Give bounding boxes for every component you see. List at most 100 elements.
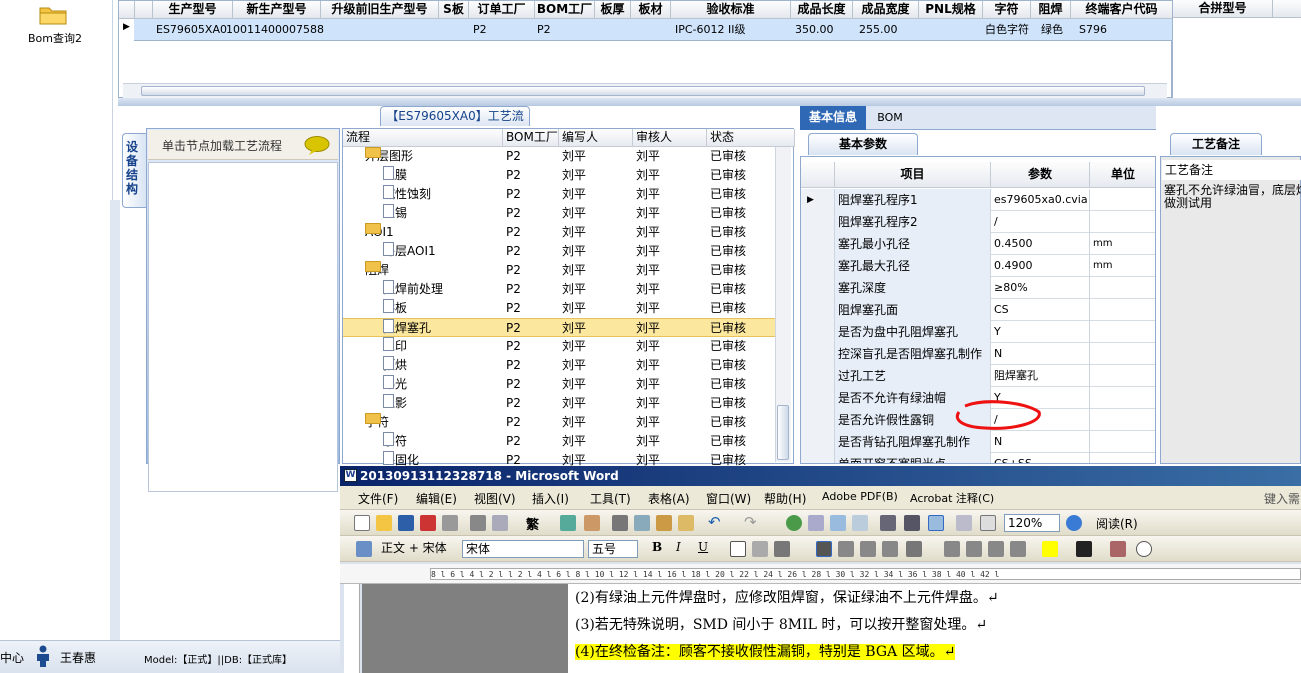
char-shading-icon[interactable] (752, 541, 768, 557)
word-title-bar[interactable]: 20130913112328718 - Microsoft Word (340, 466, 1301, 486)
align-center-icon[interactable] (838, 541, 854, 557)
tree-row[interactable]: − 外层图形 P2 刘平 刘平 已审核 (343, 147, 775, 166)
tab-process-memo[interactable]: 工艺备注 (1170, 133, 1262, 155)
tables-borders-icon[interactable] (808, 515, 824, 531)
cell[interactable]: 绿色 (1038, 19, 1063, 41)
insert-table-icon[interactable] (830, 515, 846, 531)
col-header[interactable]: 升级前旧生产型号 (321, 1, 439, 19)
new-doc-icon[interactable] (354, 515, 370, 531)
param-row[interactable]: 单面开窗不塞眼光点 CS+SS (801, 453, 1155, 463)
tree-row[interactable]: 字符 P2 刘平 刘平 已审核 (343, 432, 775, 451)
folder-icon[interactable] (38, 2, 68, 26)
param-value[interactable]: 阻焊塞孔 (991, 365, 1090, 387)
param-row[interactable]: 塞孔最小孔径 0.4500 mm (801, 233, 1155, 255)
research-icon[interactable] (584, 515, 600, 531)
cell[interactable]: S796 (1076, 19, 1107, 41)
bold-button[interactable]: B (652, 540, 662, 554)
tree-row[interactable]: 丝印 P2 刘平 刘平 已审核 (343, 337, 775, 356)
cell[interactable]: 白色字符 (982, 19, 1029, 41)
col-header[interactable]: 验收标准 (671, 1, 791, 19)
param-value[interactable]: ≥80% (991, 277, 1090, 299)
menu-adobe-pdf[interactable]: Adobe PDF(B) (822, 490, 898, 503)
tree-node[interactable]: 显影 (383, 394, 407, 413)
align-justify-icon[interactable] (816, 541, 832, 557)
bom-query-label[interactable]: Bom查询2 (20, 30, 90, 46)
copy-icon[interactable] (634, 515, 650, 531)
print-icon[interactable] (442, 515, 458, 531)
horizontal-scrollbar[interactable] (123, 83, 1167, 98)
col-header[interactable]: 生产型号 (153, 1, 233, 19)
zoom-select[interactable]: 120% (1004, 514, 1060, 532)
tree-row[interactable]: 显影 P2 刘平 刘平 已审核 (343, 394, 775, 413)
menu-file[interactable]: 文件(F) (358, 490, 398, 507)
vertical-ruler[interactable] (344, 584, 360, 673)
tree-node[interactable]: − 字符 (365, 413, 389, 432)
param-row[interactable]: ▶ 阻焊塞孔程序1 es79605xa0.cvia (801, 189, 1155, 211)
param-value[interactable]: N (991, 343, 1090, 365)
tree-row[interactable]: 碱性蚀刻 P2 刘平 刘平 已审核 (343, 185, 775, 204)
param-row[interactable]: 是否为盘中孔阻焊塞孔 Y (801, 321, 1155, 343)
underline-button[interactable]: U (698, 540, 708, 554)
tree-node[interactable]: 碱性蚀刻 (383, 185, 431, 204)
doc-line[interactable]: (3)若无特殊说明，SMD 间小于 8MIL 时，可以按开整窗处理。↵ (575, 614, 987, 634)
tree-node[interactable]: 阻焊前处理 (383, 280, 443, 299)
menu-tools[interactable]: 工具(T) (590, 490, 631, 507)
param-value[interactable]: 0.4900 (991, 255, 1090, 277)
distributed-icon[interactable] (882, 541, 898, 557)
col-header[interactable]: 字符 (983, 1, 1031, 19)
tab-bom[interactable]: BOM (870, 106, 910, 130)
increase-indent-icon[interactable] (1010, 541, 1026, 557)
tree-node[interactable]: 外层AOI1 (383, 242, 436, 261)
decrease-indent-icon[interactable] (988, 541, 1004, 557)
scroll-thumb[interactable] (777, 405, 789, 460)
paragraph-mark-icon[interactable] (980, 515, 996, 531)
param-row[interactable]: 是否背钻孔阻焊塞孔制作 N (801, 431, 1155, 453)
tree-node[interactable]: 预烘 (383, 356, 407, 375)
param-row[interactable]: 阻焊塞孔程序2/ (801, 211, 1155, 233)
tree-node[interactable]: 烘板 (383, 299, 407, 318)
col-header[interactable]: 编写人 (559, 129, 633, 147)
param-row[interactable]: 塞孔深度 ≥80% (801, 277, 1155, 299)
col-header[interactable]: 审核人 (633, 129, 707, 147)
char-border-icon[interactable] (730, 541, 746, 557)
col-header[interactable]: 单位 (1090, 162, 1155, 188)
param-value[interactable]: / (991, 211, 1090, 233)
print-preview-icon[interactable] (470, 515, 486, 531)
col-header[interactable]: 订单工厂 (469, 1, 535, 19)
menu-help[interactable]: 帮助(H) (764, 490, 806, 507)
tree-node[interactable]: − AOI1 (365, 223, 394, 242)
tree-row[interactable]: 烘板 P2 刘平 刘平 已审核 (343, 299, 775, 318)
param-row[interactable]: 阻焊塞孔面 CS (801, 299, 1155, 321)
col-header[interactable]: 流程 (343, 129, 503, 147)
col-header[interactable]: 参数 (991, 162, 1090, 188)
flow-title-tab[interactable]: 【ES79605XA0】工艺流程 (380, 106, 530, 142)
style-select[interactable]: 正文 + 宋体 (378, 540, 458, 558)
col-header[interactable]: 板厚 (595, 1, 631, 19)
format-painter-icon[interactable] (678, 515, 694, 531)
param-row[interactable]: 过孔工艺 阻焊塞孔 (801, 365, 1155, 387)
tree-node[interactable]: 曝光 (383, 375, 407, 394)
tree-row[interactable]: 退膜 P2 刘平 刘平 已审核 (343, 166, 775, 185)
cell[interactable]: P2 (470, 19, 487, 41)
param-value[interactable]: es79605xa0.cvia (991, 189, 1090, 211)
menu-view[interactable]: 视图(V) (474, 490, 516, 507)
read-mode-button[interactable]: 阅读(R) (1096, 515, 1138, 532)
tree-node[interactable]: 丝印 (383, 337, 407, 356)
tree-node[interactable]: 退锡 (383, 204, 407, 223)
italic-button[interactable]: I (676, 540, 681, 554)
param-value[interactable]: N (991, 431, 1090, 453)
paste-icon[interactable] (656, 515, 672, 531)
phonetic-guide-icon[interactable] (1110, 541, 1126, 557)
param-row[interactable]: 塞孔最大孔径 0.4900 mm (801, 255, 1155, 277)
numbering-icon[interactable] (944, 541, 960, 557)
menu-acrobat-comment[interactable]: Acrobat 注释(C) (910, 490, 994, 506)
pdf-icon[interactable] (420, 515, 436, 531)
col-header[interactable]: BOM工厂 (503, 129, 559, 147)
cut-icon[interactable] (612, 515, 628, 531)
highlight-icon[interactable] (1042, 541, 1058, 557)
font-color-icon[interactable] (1076, 541, 1092, 557)
menu-window[interactable]: 窗口(W) (706, 490, 751, 507)
tree-row[interactable]: 外层AOI1 P2 刘平 刘平 已审核 (343, 242, 775, 261)
menu-insert[interactable]: 插入(I) (532, 490, 569, 507)
columns-icon[interactable] (880, 515, 896, 531)
